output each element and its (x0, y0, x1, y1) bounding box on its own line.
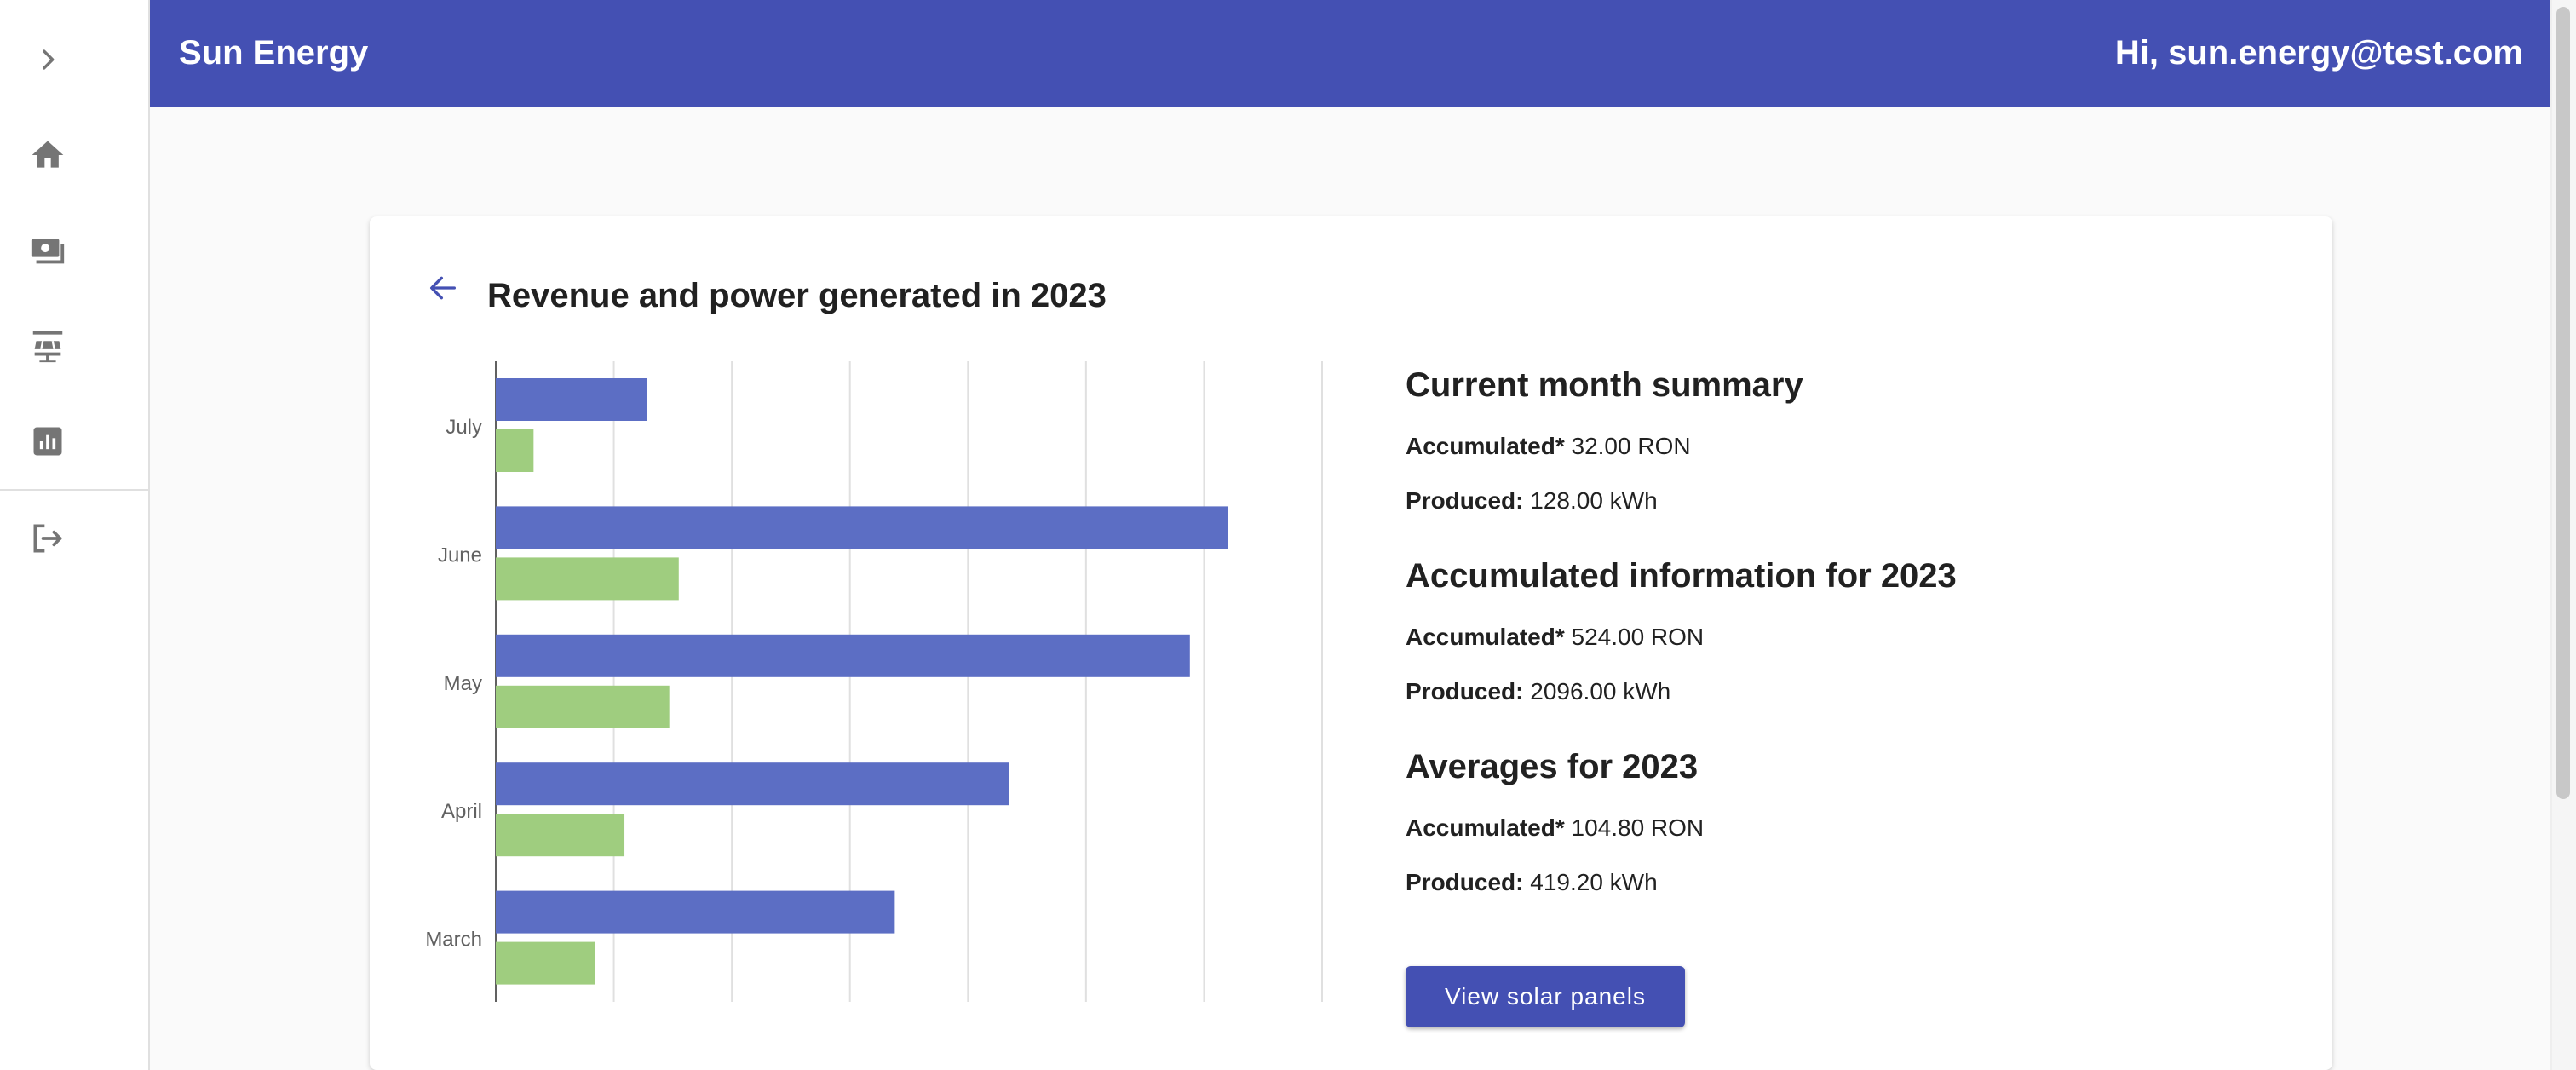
bar-primary-july (496, 378, 647, 421)
y-tick-label: March (425, 929, 482, 952)
scrollbar-thumb[interactable] (2556, 7, 2570, 799)
payments-icon[interactable] (27, 230, 68, 271)
accumulated-row: Accumulated* 32.00 RON (1406, 433, 1691, 459)
page-title: Revenue and power generated in 2023 (487, 277, 1107, 314)
view-solar-panels-button[interactable]: View solar panels (1406, 966, 1685, 1027)
home-icon[interactable] (27, 135, 68, 175)
bar-secondary-june (496, 557, 679, 601)
produced-row: Produced: 419.20 kWh (1406, 869, 1658, 895)
logout-icon[interactable] (27, 518, 68, 559)
revenue-card: Revenue and power generated in 2023 July… (370, 216, 2332, 1070)
section-heading: Current month summary (1406, 366, 1803, 404)
scrollbar[interactable] (2550, 0, 2576, 1070)
accumulated-row: Accumulated* 524.00 RON (1406, 624, 1705, 650)
y-tick-label: July (446, 416, 482, 439)
bar-primary-may (496, 634, 1190, 677)
arrow-back-icon (430, 276, 456, 300)
section-heading: Accumulated information for 2023 (1406, 557, 1957, 595)
y-tick-label: June (438, 544, 482, 567)
y-tick-label: May (444, 672, 482, 695)
current-month-section: Current month summary Accumulated* 32.00… (1406, 361, 1803, 518)
revenue-power-chart: July June May April March (425, 361, 1323, 1002)
app-title: Sun Energy (179, 34, 369, 72)
averages-section: Averages for 2023 Accumulated* 104.80 RO… (1406, 743, 1704, 900)
y-tick-label: April (441, 800, 482, 823)
chevron-right-icon[interactable] (27, 39, 68, 80)
bar-secondary-july (496, 429, 534, 472)
bar-secondary-march (496, 941, 595, 985)
accumulated-section: Accumulated information for 2023 Accumul… (1406, 552, 1957, 709)
produced-row: Produced: 128.00 kWh (1406, 487, 1658, 514)
solar-panel-icon[interactable] (27, 325, 68, 366)
user-greeting: Hi, sun.energy@test.com (2114, 34, 2523, 72)
bar-primary-june (496, 506, 1228, 549)
sidebar-divider (0, 489, 150, 491)
back-button[interactable] (417, 262, 469, 314)
produced-row: Produced: 2096.00 kWh (1406, 678, 1671, 705)
top-app-bar: Sun Energy Hi, sun.energy@test.com (150, 0, 2550, 107)
sidebar (0, 0, 150, 1070)
section-heading: Averages for 2023 (1406, 748, 1699, 785)
bar-primary-march (496, 890, 895, 934)
analytics-icon[interactable] (27, 421, 68, 462)
bar-secondary-may (496, 685, 670, 728)
bar-primary-april (496, 762, 1009, 806)
accumulated-row: Accumulated* 104.80 RON (1406, 814, 1705, 841)
bar-secondary-april (496, 814, 625, 857)
